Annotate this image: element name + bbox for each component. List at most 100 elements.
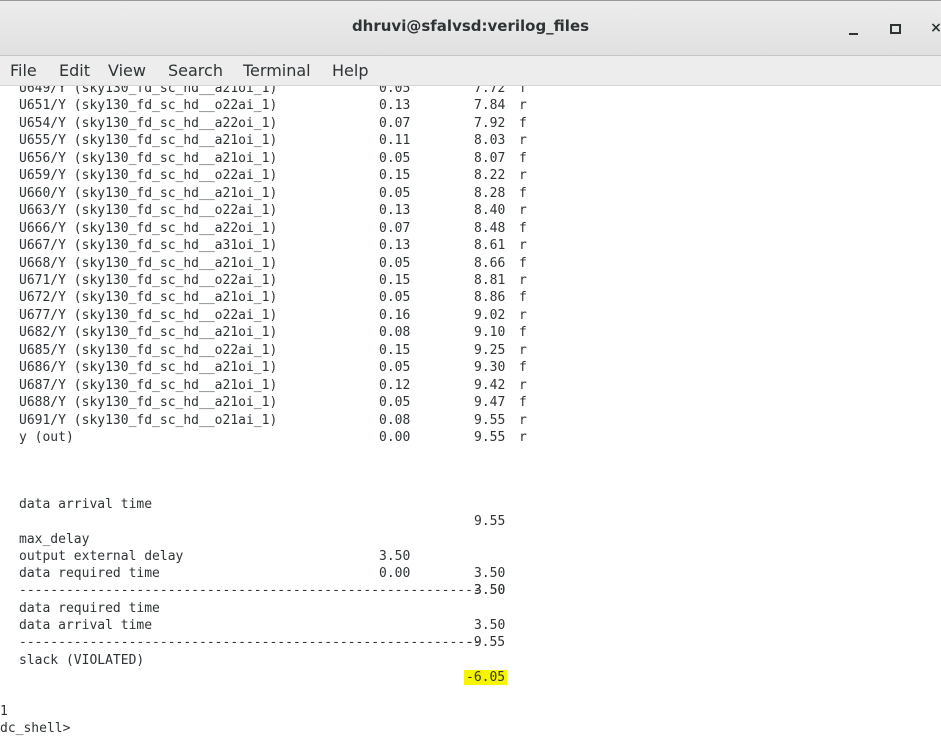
cell-incr: 0.00 [379, 430, 411, 445]
max-delay-row: max_delay 3.50 3.50 [0, 514, 505, 581]
separator-text: ----------------------------------------… [19, 583, 481, 598]
cell-incr: 0.05 [379, 150, 411, 166]
cell-incr: 0.08 [379, 412, 411, 428]
terminal-window: dhruvi@sfalvsd:verilog_files × File Edit… [0, 0, 941, 736]
cell-name: U654/Y (sky130_fd_sc_hd__a22oi_1) [19, 115, 278, 131]
cell-incr: 0.15 [379, 342, 411, 358]
cell-path: 7.92 [474, 115, 506, 131]
close-button[interactable]: × [925, 17, 941, 39]
cell-name: U685/Y (sky130_fd_sc_hd__o22ai_1) [19, 342, 278, 358]
cell-name: U666/Y (sky130_fd_sc_hd__a22oi_1) [19, 220, 278, 236]
menu-view[interactable]: View [108, 61, 146, 80]
cell-edge: r [519, 377, 527, 393]
cell-path: 8.22 [474, 168, 506, 184]
cell-name: U660/Y (sky130_fd_sc_hd__a21oi_1) [19, 185, 278, 201]
cell-edge: f [519, 290, 527, 306]
title-bar[interactable]: dhruvi@sfalvsd:verilog_files × [0, 0, 941, 56]
cell-edge: r [519, 168, 527, 184]
maximize-icon [890, 24, 901, 34]
cell-path: 8.03 [474, 133, 506, 149]
cell-edge: r [519, 307, 527, 323]
cell-incr: 0.05 [379, 360, 411, 376]
cell-edge: f [519, 115, 527, 131]
cell-name: U687/Y (sky130_fd_sc_hd__a21oi_1) [19, 377, 278, 393]
cell-edge: f [519, 325, 527, 341]
cell-name: U672/Y (sky130_fd_sc_hd__a21oi_1) [19, 290, 278, 306]
separator-text: ----------------------------------------… [19, 635, 481, 650]
cell-incr: 0.13 [379, 203, 411, 219]
cell-incr: 0.13 [379, 98, 411, 114]
cell-path: 8.86 [474, 290, 506, 306]
cell-incr: 0.05 [379, 86, 411, 96]
cell-name: U649/Y (sky130_fd_sc_hd__a21oi_1) [19, 86, 278, 96]
cell-incr: 0.05 [379, 255, 411, 271]
cell-edge: r [519, 98, 527, 114]
window-title: dhruvi@sfalvsd:verilog_files [351, 17, 590, 35]
cell-path: 8.66 [474, 255, 506, 271]
cell-path: 9.55 [474, 412, 506, 428]
prompt-line[interactable]: dc_shell> [0, 703, 70, 736]
cell-path: 8.48 [474, 220, 506, 236]
shell-prompt: dc_shell> [0, 721, 71, 736]
cell-name: U671/Y (sky130_fd_sc_hd__o22ai_1) [19, 272, 278, 288]
menu-search[interactable]: Search [168, 61, 223, 80]
cell-path: 9.55 [474, 430, 506, 445]
menu-terminal[interactable]: Terminal [243, 61, 311, 80]
cell-name: U656/Y (sky130_fd_sc_hd__a21oi_1) [19, 150, 278, 166]
cell-path: 8.28 [474, 185, 506, 201]
arrival-value: 9.55 [474, 514, 506, 529]
row-incr: 0.00 [379, 566, 411, 581]
menu-help[interactable]: Help [332, 61, 368, 80]
summary-required-row: data required time 3.50 [0, 583, 505, 633]
cell-edge: f [519, 255, 527, 271]
cell-incr: 0.05 [379, 395, 411, 411]
cell-name: U677/Y (sky130_fd_sc_hd__o22ai_1) [19, 307, 278, 323]
cell-path: 9.30 [474, 360, 506, 376]
cell-incr: 0.08 [379, 325, 411, 341]
cell-incr: 0.05 [379, 290, 411, 306]
output-delay-row: output external delay 0.00 3.50 [0, 531, 505, 598]
menu-edit[interactable]: Edit [59, 61, 90, 80]
arrival-row: data arrival time 9.55 [0, 479, 505, 529]
row-incr: 3.50 [379, 549, 411, 564]
menu-file[interactable]: File [10, 61, 37, 80]
cell-name: U691/Y (sky130_fd_sc_hd__o21ai_1) [19, 412, 278, 428]
cell-name: U688/Y (sky130_fd_sc_hd__a21oi_1) [19, 395, 278, 411]
cell-incr: 0.05 [379, 185, 411, 201]
cell-edge: f [519, 360, 527, 376]
cell-incr: 0.13 [379, 238, 411, 254]
slack-value: -6.05 [464, 670, 508, 685]
cell-name: U659/Y (sky130_fd_sc_hd__o22ai_1) [19, 168, 278, 184]
cell-path: 7.84 [474, 98, 506, 114]
minimize-button[interactable] [843, 17, 865, 39]
cell-edge: r [519, 272, 527, 288]
cell-path: 8.61 [474, 238, 506, 254]
cell-name: U667/Y (sky130_fd_sc_hd__a31oi_1) [19, 238, 278, 254]
cell-edge: f [519, 395, 527, 411]
terminal-output[interactable]: U649/Y (sky130_fd_sc_hd__a21oi_1) 0.05 7.7… [0, 86, 941, 736]
cell-name: U663/Y (sky130_fd_sc_hd__o22ai_1) [19, 203, 278, 219]
separator-line: ----------------------------------------… [0, 565, 481, 598]
minimize-icon [849, 33, 858, 35]
cell-incr: 0.16 [379, 307, 411, 323]
result-line: 1 [0, 686, 47, 719]
cell-name: U651/Y (sky130_fd_sc_hd__o22ai_1) [19, 98, 278, 114]
cell-edge: r [519, 238, 527, 254]
row-path: 3.50 [474, 618, 506, 633]
cell-incr: 0.11 [379, 133, 411, 149]
cell-path: 8.40 [474, 203, 506, 219]
cell-edge: f [519, 150, 527, 166]
summary-arrival-row: data arrival time -9.55 [0, 600, 505, 650]
cell-path: 7.72 [474, 86, 506, 96]
cell-edge: f [519, 86, 527, 96]
cell-name: y (out) [19, 430, 74, 445]
slack-label: slack (VIOLATED) [19, 653, 145, 668]
slack-row: slack (VIOLATED) -6.05 [0, 635, 508, 685]
cell-path: 8.81 [474, 272, 506, 288]
cell-edge: r [519, 342, 527, 358]
arrival-label: data arrival time [19, 497, 153, 512]
close-icon: × [930, 20, 941, 36]
maximize-button[interactable] [884, 17, 906, 39]
separator-line-2: ----------------------------------------… [0, 617, 481, 650]
cell-edge: r [519, 133, 527, 149]
